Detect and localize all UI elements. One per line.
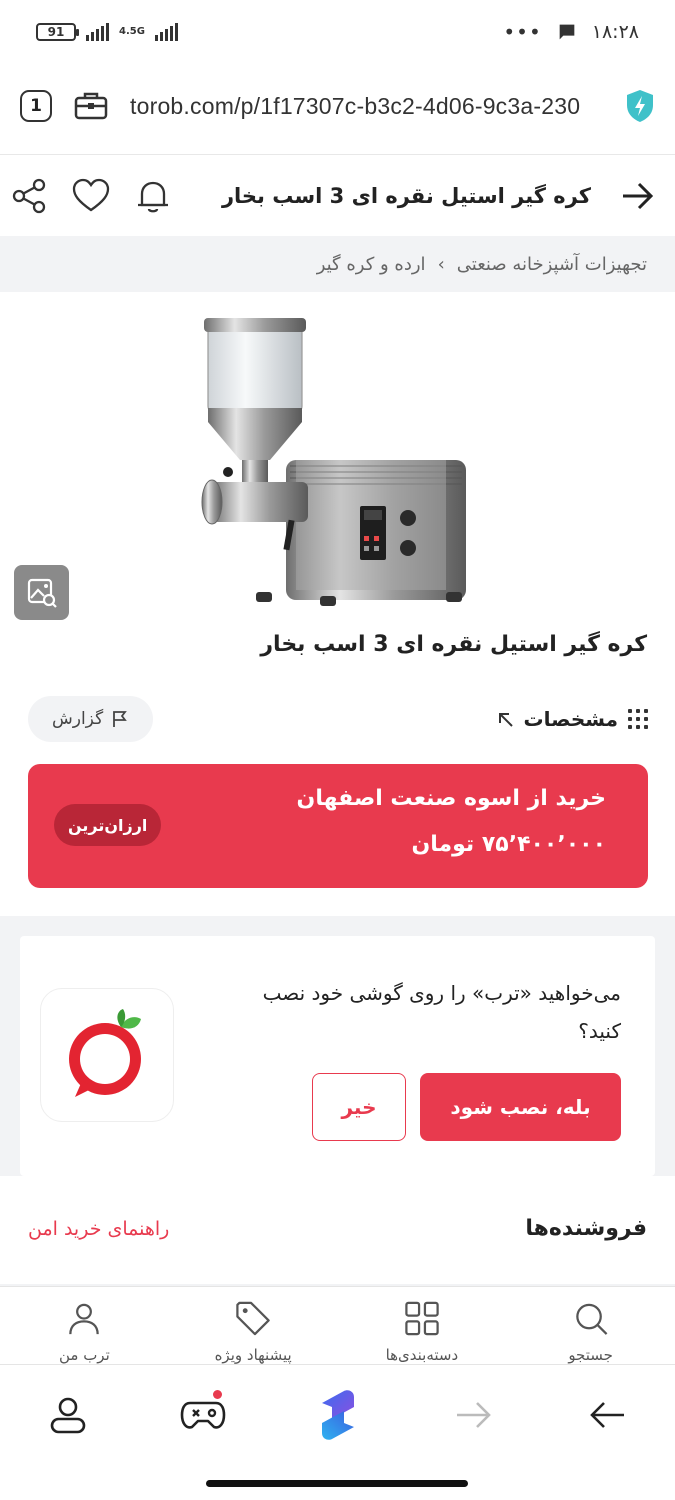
arrow-back-icon: [589, 1401, 624, 1428]
install-prompt-text: می‌خواهید «ترب» را روی گوشی خود نصب کنید…: [262, 981, 621, 1043]
sellers-header: فروشنده‌ها راهنمای خرید امن: [0, 1176, 675, 1284]
network-type: 4.5G: [119, 26, 145, 37]
grid-dots-icon: [628, 709, 648, 729]
arrow-right-icon[interactable]: [619, 178, 655, 214]
cheapest-badge: ارزان‌ترین: [54, 804, 162, 846]
tab-count: 1: [30, 96, 42, 116]
site-bottom-nav: ترب من پیشنهاد ویژه دسته‌بندی‌ها جستجو: [0, 1286, 675, 1364]
gamepad-icon: [180, 1401, 225, 1429]
copilot-button[interactable]: [303, 1380, 373, 1450]
report-label: گزارش: [52, 709, 104, 729]
page-title: کره گیر استیل نقره ای 3 اسب بخار: [221, 184, 591, 208]
breadcrumb-item[interactable]: ارده و کره گیر: [317, 254, 426, 275]
sellers-title: فروشنده‌ها: [525, 1216, 647, 1241]
divider: [0, 154, 675, 155]
breadcrumb: تجهیزات آشپزخانه صنعتی › ارده و کره گیر: [0, 236, 675, 292]
gallery-button[interactable]: [14, 565, 69, 620]
install-app-card: می‌خواهید «ترب» را روی گوشی خود نصب کنید…: [20, 936, 655, 1176]
nav-label: جستجو: [568, 1346, 613, 1364]
nav-label: پیشنهاد ویژه: [214, 1346, 292, 1364]
safe-buy-guide-link[interactable]: راهنمای خرید امن: [28, 1218, 169, 1240]
tag-icon: [236, 1301, 270, 1336]
profile-button[interactable]: [33, 1380, 103, 1450]
buy-card[interactable]: خرید از اسوه صنعت اصفهان ۷۵٬۴۰۰٬۰۰۰ توما…: [28, 764, 648, 888]
nav-my-torob[interactable]: ترب من: [9, 1287, 159, 1364]
product-image[interactable]: [190, 310, 480, 610]
forward-button[interactable]: [438, 1380, 508, 1450]
nav-categories[interactable]: دسته‌بندی‌ها: [347, 1287, 497, 1364]
arrow-up-left-icon: [498, 713, 513, 727]
signal-icon-2: [154, 23, 178, 41]
user-icon: [69, 1303, 100, 1335]
home-indicator[interactable]: [206, 1480, 468, 1487]
url-bar: 1 torob.com/p/1f17307c-b3c2-4d06-9c3a-23…: [0, 70, 675, 142]
battery-level: 91: [47, 25, 65, 39]
install-no-button[interactable]: خیر: [312, 1073, 406, 1141]
shield-icon[interactable]: [625, 89, 655, 123]
tab-switcher-button[interactable]: 1: [20, 90, 52, 122]
buy-title: خرید از اسوه صنعت اصفهان: [296, 786, 606, 811]
notification-dot: [212, 1389, 222, 1399]
games-button[interactable]: [168, 1380, 238, 1450]
share-icon[interactable]: [10, 177, 48, 215]
status-bar: 91 4.5G ••• ۱۸:۲۸: [0, 0, 675, 64]
signal-icon: [86, 23, 109, 41]
url-field[interactable]: torob.com/p/1f17307c-b3c2-4d06-9c3a-230: [130, 93, 615, 120]
torob-logo-icon: [69, 1009, 141, 1097]
browser-toolbar: [0, 1364, 675, 1470]
breadcrumb-item[interactable]: تجهیزات آشپزخانه صنعتی: [457, 254, 647, 275]
grid-icon: [405, 1301, 439, 1336]
nav-search[interactable]: جستجو: [516, 1287, 666, 1364]
back-button[interactable]: [573, 1380, 643, 1450]
clock: ۱۸:۲۸: [591, 21, 639, 43]
breadcrumb-separator: ›: [437, 253, 445, 275]
nav-label: دسته‌بندی‌ها: [385, 1346, 459, 1364]
specs-row: گزارش مشخصات: [28, 696, 648, 742]
price: ۷۵٬۴۰۰٬۰۰۰ تومان: [411, 832, 606, 857]
heart-icon[interactable]: [72, 177, 110, 215]
arrow-forward-icon: [456, 1401, 491, 1428]
torob-app-icon: [40, 988, 174, 1122]
battery-icon: 91: [36, 23, 79, 41]
bell-icon[interactable]: [134, 177, 172, 215]
chat-icon: [559, 24, 575, 40]
profile-icon: [50, 1397, 85, 1433]
product-header: کره گیر استیل نقره ای 3 اسب بخار: [0, 156, 675, 236]
search-icon: [575, 1303, 608, 1335]
flag-icon: [113, 711, 127, 727]
more-notifications-icon: •••: [503, 20, 542, 44]
specs-link[interactable]: مشخصات: [496, 707, 648, 731]
specs-label: مشخصات: [523, 707, 618, 731]
product-title: کره گیر استیل نقره ای 3 اسب بخار: [260, 632, 647, 657]
briefcase-icon[interactable]: [74, 91, 108, 121]
image-search-icon: [27, 578, 57, 608]
install-yes-button[interactable]: بله، نصب شود: [420, 1073, 621, 1141]
nav-label: ترب من: [58, 1346, 110, 1364]
nav-special-offer[interactable]: پیشنهاد ویژه: [178, 1287, 328, 1364]
copilot-icon: [321, 1389, 354, 1440]
report-button[interactable]: گزارش: [28, 696, 154, 742]
